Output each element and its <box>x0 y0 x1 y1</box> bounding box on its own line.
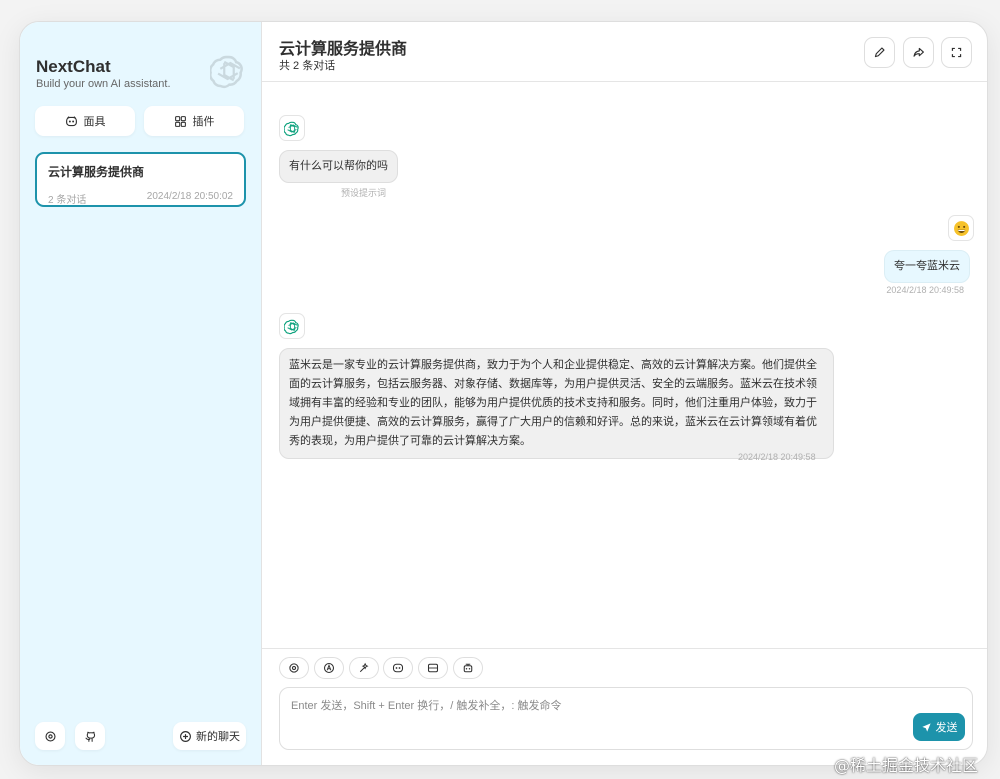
mask-tool[interactable] <box>383 657 413 679</box>
chat-subtitle: 共 2 条对话 <box>279 60 336 72</box>
send-icon <box>921 722 931 732</box>
fullscreen-icon <box>951 47 962 58</box>
clear-context-tool[interactable] <box>418 657 448 679</box>
smiley-emoji-icon <box>953 220 969 236</box>
prompt-tool[interactable] <box>349 657 379 679</box>
brand-subtitle: Build your own AI assistant. <box>36 78 171 90</box>
app-window: NextChat Build your own AI assistant. 面具… <box>19 21 988 766</box>
watermark: @稀土掘金技术社区 <box>834 756 979 775</box>
github-icon <box>85 731 95 742</box>
sidebar: NextChat Build your own AI assistant. 面具… <box>20 22 262 765</box>
mask-icon <box>65 115 77 126</box>
settings-icon <box>289 663 299 673</box>
bot-message: 蓝米云是一家专业的云计算服务提供商，致力于为个人和企业提供稳定、高效的云计算解决… <box>279 348 834 459</box>
share-button[interactable] <box>903 37 934 68</box>
message-input[interactable] <box>279 687 973 750</box>
openai-logo-icon <box>284 120 301 137</box>
chat-header: 云计算服务提供商 共 2 条对话 <box>262 22 987 82</box>
plugin-button-label: 插件 <box>192 116 215 128</box>
add-circle-icon <box>180 730 191 742</box>
model-tool[interactable] <box>453 657 483 679</box>
chat-settings-tool[interactable] <box>279 657 309 679</box>
chat-list-item[interactable]: 云计算服务提供商 2 条对话 2024/2/18 20:50:02 <box>35 152 246 207</box>
edit-button[interactable] <box>864 37 895 68</box>
settings-button[interactable] <box>35 722 65 750</box>
settings-icon <box>44 730 56 742</box>
bot-message: 有什么可以帮你的吗 <box>279 150 398 183</box>
mask-button[interactable]: 面具 <box>35 106 135 136</box>
send-button[interactable]: 发送 <box>913 713 965 741</box>
prompt-icon <box>359 662 369 673</box>
robot-icon <box>463 663 473 673</box>
plugin-button[interactable]: 插件 <box>144 106 244 136</box>
fullscreen-button[interactable] <box>941 37 972 68</box>
message-time: 预设提示词 <box>341 188 387 198</box>
message-time: 2024/2/18 20:49:58 <box>886 285 964 295</box>
message-time: 2024/2/18 20:49:58 <box>738 452 816 462</box>
openai-logo-icon <box>284 318 301 335</box>
user-message: 夸一夸蓝米云 <box>884 250 970 283</box>
new-chat-button[interactable]: 新的聊天 <box>173 722 246 750</box>
send-button-label: 发送 <box>935 722 958 734</box>
github-button[interactable] <box>75 722 105 750</box>
bot-avatar <box>279 313 305 339</box>
chat-item-title: 云计算服务提供商 <box>48 165 145 179</box>
brand-title: NextChat <box>36 57 111 76</box>
mask-icon <box>392 663 404 673</box>
share-icon <box>913 47 924 57</box>
chat-main: 云计算服务提供商 共 2 条对话 有什么可以帮你的吗 预设提示词 夸一夸蓝米云 … <box>262 22 987 765</box>
user-avatar <box>948 215 974 241</box>
theme-tool[interactable] <box>314 657 344 679</box>
theme-auto-icon <box>323 662 335 674</box>
input-panel: 发送 <box>262 648 987 765</box>
break-icon <box>427 663 439 673</box>
chat-item-count: 2 条对话 <box>48 195 87 206</box>
message-list: 有什么可以帮你的吗 预设提示词 夸一夸蓝米云 2024/2/18 20:49:5… <box>262 83 987 648</box>
mask-button-label: 面具 <box>83 116 106 128</box>
chat-title: 云计算服务提供商 <box>279 41 408 58</box>
new-chat-label: 新的聊天 <box>196 731 240 743</box>
pencil-icon <box>874 47 885 58</box>
plugin-grid-icon <box>174 115 186 127</box>
bot-avatar <box>279 115 305 141</box>
chat-item-time: 2024/2/18 20:50:02 <box>146 191 233 202</box>
openai-logo-icon <box>210 52 248 90</box>
